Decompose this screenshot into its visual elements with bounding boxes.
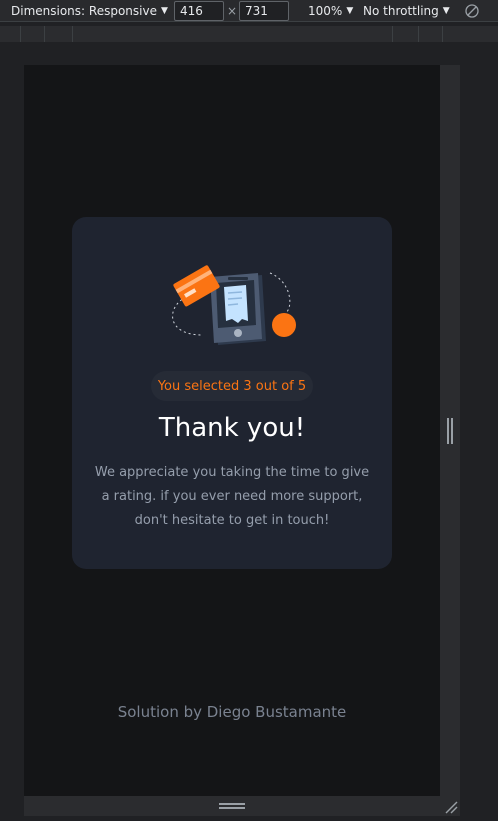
payment-phone-illustration [172,265,296,345]
rotate-icon [465,4,479,18]
devtools-device-toolbar: Dimensions: Responsive ▼ 416 × 731 100% … [0,0,498,22]
zoom-dropdown[interactable]: 100% ▼ [308,0,353,22]
width-input[interactable]: 416 [174,1,224,21]
chevron-down-icon: ▼ [346,6,354,16]
chevron-down-icon: ▼ [442,6,450,16]
media-query-segment[interactable] [418,26,442,42]
media-query-segment[interactable] [442,26,498,42]
selection-badge: You selected 3 out of 5 [151,371,313,401]
thank-you-description: We appreciate you taking the time to giv… [94,465,370,528]
dimensions-label: Dimensions: Responsive [11,4,157,18]
zoom-label: 100% [308,4,343,18]
device-viewport: You selected 3 out of 5 Thank you! We ap… [24,65,440,796]
chevron-down-icon: ▼ [160,6,168,16]
thank-you-card: You selected 3 out of 5 Thank you! We ap… [72,217,392,569]
media-query-segment[interactable] [72,26,392,42]
dimensions-dropdown[interactable]: Dimensions: Responsive ▼ [11,0,168,22]
resize-grip-bottom-icon [219,803,245,809]
rotate-button[interactable] [464,0,480,22]
throttling-dropdown[interactable]: No throttling ▼ [363,0,450,22]
media-query-segment[interactable] [392,26,418,42]
resize-corner-icon[interactable] [444,800,458,814]
media-query-segment[interactable] [20,26,44,42]
height-input[interactable]: 731 [239,1,289,21]
times-separator: × [227,4,238,18]
media-query-bar [0,26,498,42]
throttling-label: No throttling [363,4,439,18]
media-query-segment[interactable] [44,26,72,42]
attribution-text: Solution by Diego Bustamante [117,703,347,721]
page-title: Thank you! [158,413,306,443]
resize-grip-right-icon [447,418,453,444]
